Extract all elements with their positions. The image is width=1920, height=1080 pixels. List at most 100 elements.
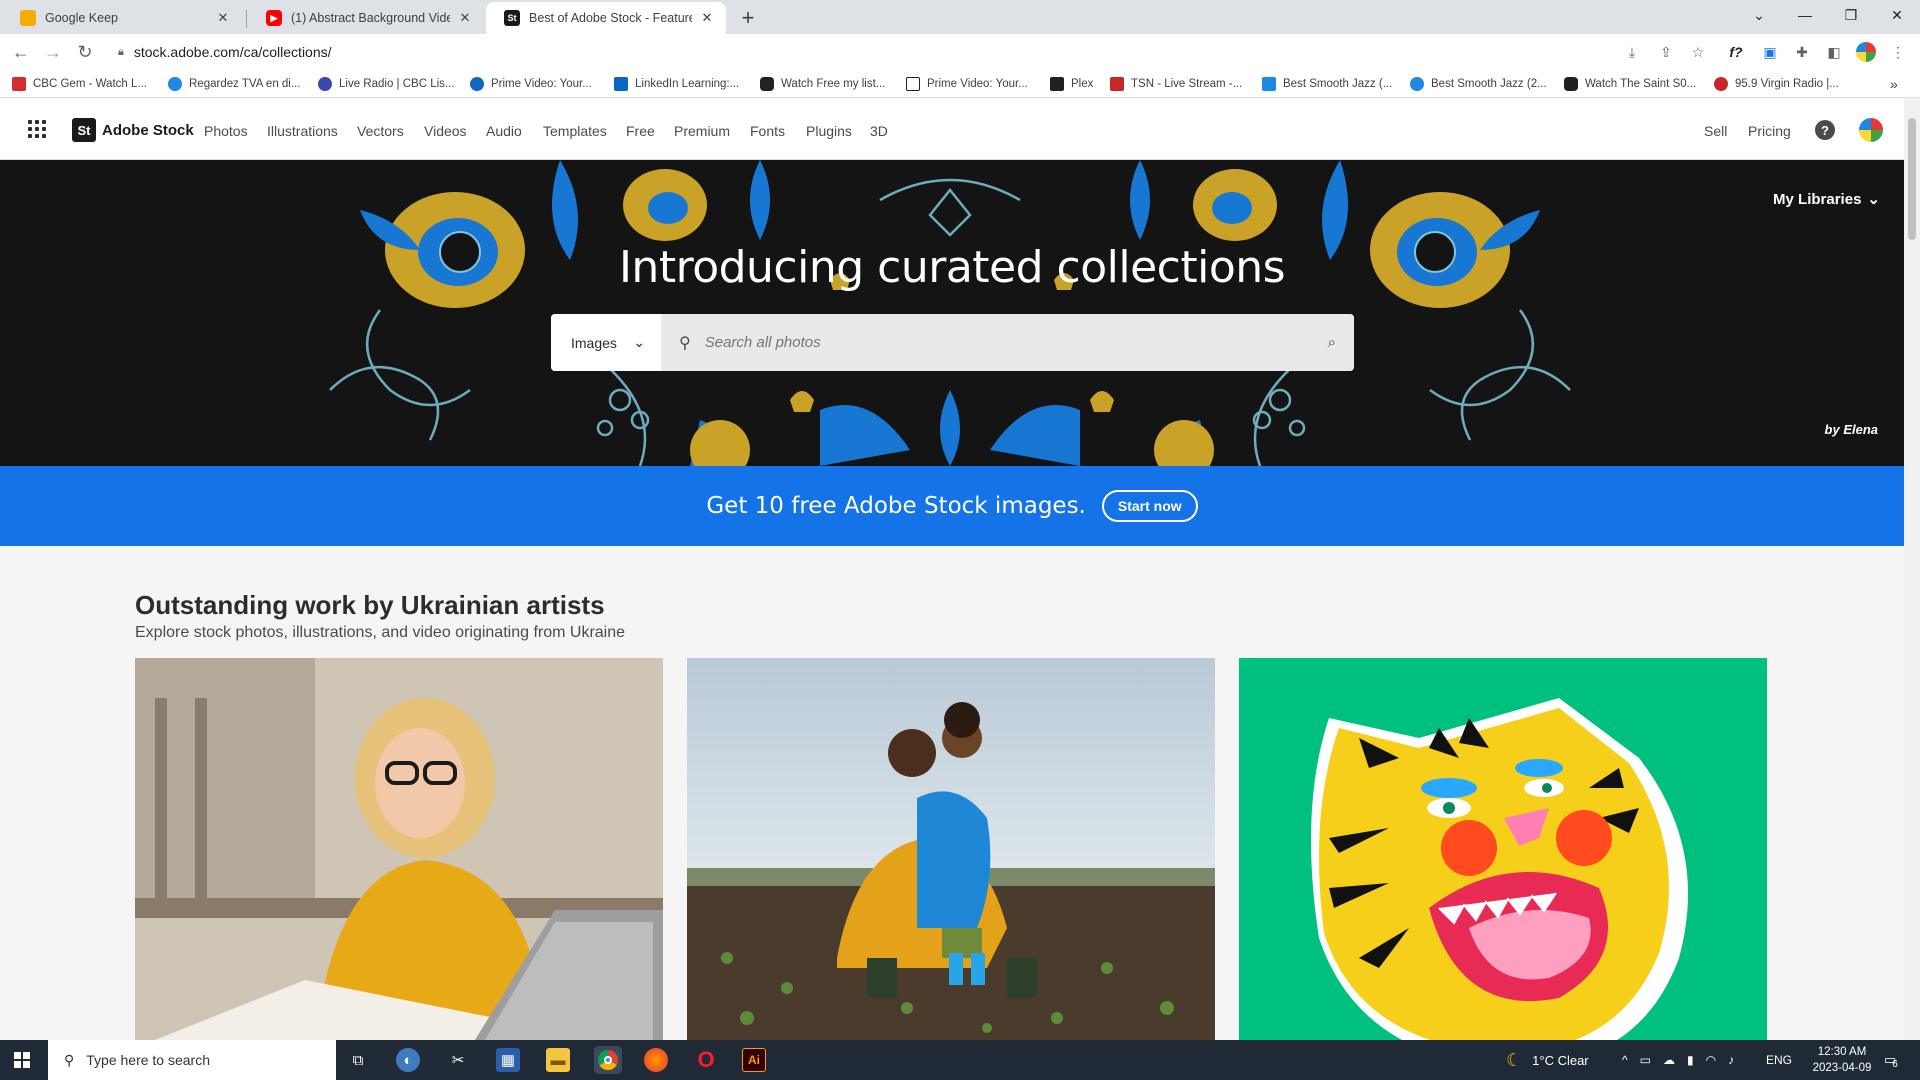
adobe-stock-logo-icon[interactable]: St xyxy=(72,118,96,142)
system-clock[interactable]: 12:30 AM 2023-04-09 xyxy=(1800,1044,1884,1076)
close-tab-icon[interactable]: ✕ xyxy=(698,9,716,27)
app-switcher-icon[interactable] xyxy=(28,120,46,138)
tab-search-chevron-icon[interactable]: ⌄ xyxy=(1736,0,1782,30)
close-window-button[interactable]: ✕ xyxy=(1874,0,1920,30)
firefox-icon[interactable] xyxy=(644,1048,668,1072)
opera-icon[interactable]: O xyxy=(694,1047,718,1072)
nav-plugins[interactable]: Plugins xyxy=(806,123,852,139)
bookmark-the-saint[interactable]: Watch The Saint S0... xyxy=(1564,75,1696,93)
tab-adobe-stock[interactable]: St Best of Adobe Stock - Featured C ✕ xyxy=(486,2,726,34)
notification-center[interactable]: ▭ 6 xyxy=(1884,1040,1898,1080)
volume-icon[interactable]: ♪ xyxy=(1728,1053,1734,1067)
chrome-icon[interactable] xyxy=(594,1046,622,1074)
nav-free[interactable]: Free xyxy=(626,123,655,139)
plex-icon xyxy=(1050,77,1064,91)
blue-leaves xyxy=(360,160,1540,466)
weather-widget[interactable]: ☾ 1°C Clear xyxy=(1506,1040,1589,1080)
bookmark-label: LinkedIn Learning:... xyxy=(635,78,740,90)
user-avatar[interactable] xyxy=(1859,118,1883,142)
sell-link[interactable]: Sell xyxy=(1704,123,1727,139)
nav-photos[interactable]: Photos xyxy=(204,123,248,139)
file-explorer-icon[interactable]: ▬ xyxy=(546,1048,570,1072)
bookmark-smooth-jazz-1[interactable]: Best Smooth Jazz (... xyxy=(1262,75,1392,93)
windows-start-icon[interactable] xyxy=(14,1052,30,1068)
tubi-icon xyxy=(760,77,774,91)
wifi-icon[interactable]: ◠ xyxy=(1706,1053,1716,1067)
browser-menu-icon[interactable]: ⋮ xyxy=(1888,42,1908,62)
restore-button[interactable]: ❐ xyxy=(1828,0,1874,30)
lock-icon: 🔒︎ xyxy=(118,45,124,58)
nav-audio[interactable]: Audio xyxy=(486,123,522,139)
snipping-tool-icon[interactable]: ✂ xyxy=(446,1048,470,1072)
chevron-down-icon: ⌄ xyxy=(633,334,645,350)
paint-app-icon[interactable]: ◐ xyxy=(396,1048,420,1072)
nav-templates[interactable]: Templates xyxy=(543,123,607,139)
nav-3d[interactable]: 3D xyxy=(870,123,888,139)
page-scrollbar[interactable] xyxy=(1904,98,1920,1040)
back-arrow-icon[interactable]: ← xyxy=(8,39,34,65)
nav-videos[interactable]: Videos xyxy=(424,123,467,139)
calculator-icon[interactable]: ▦ xyxy=(496,1048,520,1072)
bookmark-cbc-radio[interactable]: Live Radio | CBC Lis... xyxy=(318,75,454,93)
brand-name[interactable]: Adobe Stock xyxy=(102,122,194,139)
google-keep-favicon-icon xyxy=(20,10,36,26)
bookmark-label: Regardez TVA en di... xyxy=(189,78,301,90)
scrollbar-thumb[interactable] xyxy=(1908,118,1916,240)
close-tab-icon[interactable]: ✕ xyxy=(214,9,232,27)
bookmark-tva[interactable]: Regardez TVA en di... xyxy=(168,75,300,93)
tab-google-keep[interactable]: Google Keep ✕ xyxy=(2,2,242,34)
illustrator-icon[interactable]: Ai xyxy=(742,1048,766,1072)
search-type-select[interactable]: Images ⌄ xyxy=(551,314,661,371)
taskbar-search[interactable]: ⚲ Type here to search xyxy=(48,1040,336,1080)
task-view-icon[interactable]: ⧉ xyxy=(346,1048,370,1072)
tiger-illustration xyxy=(1239,658,1767,1040)
bookmark-smooth-jazz-2[interactable]: Best Smooth Jazz (2... xyxy=(1410,75,1547,93)
bookmark-tsn[interactable]: TSN - Live Stream -... xyxy=(1110,75,1242,93)
collection-card-woman-laptop[interactable] xyxy=(135,658,663,1040)
help-icon[interactable]: ? xyxy=(1815,120,1835,140)
bookmark-watch-free[interactable]: Watch Free my list... xyxy=(760,75,885,93)
install-app-icon[interactable]: ⤓ xyxy=(1622,42,1642,62)
nav-illustrations[interactable]: Illustrations xyxy=(267,123,338,139)
bookmark-plex[interactable]: Plex xyxy=(1050,75,1093,93)
screen-capture-extension-icon[interactable]: ▣ xyxy=(1760,42,1780,62)
bookmark-virgin-radio[interactable]: 95.9 Virgin Radio |... xyxy=(1714,75,1839,93)
side-panel-icon[interactable]: ◧ xyxy=(1824,42,1844,62)
nav-fonts[interactable]: Fonts xyxy=(750,123,785,139)
tab-title: (1) Abstract Background Video | • xyxy=(291,11,450,25)
bookmark-cbc-gem[interactable]: CBC Gem - Watch L... xyxy=(12,75,147,93)
tray-overflow-chevron-icon[interactable]: ^ xyxy=(1622,1053,1628,1067)
artist-byline[interactable]: by Elena xyxy=(1825,422,1878,437)
nav-premium[interactable]: Premium xyxy=(674,123,730,139)
cloud-icon[interactable]: ☁ xyxy=(1663,1053,1675,1067)
language-indicator[interactable]: ENG xyxy=(1766,1040,1792,1080)
bookmark-linkedin-learning[interactable]: LinkedIn Learning:... xyxy=(614,75,739,93)
font-extension-icon[interactable]: f? xyxy=(1726,42,1746,62)
start-now-button[interactable]: Start now xyxy=(1101,490,1198,522)
forward-arrow-icon[interactable]: → xyxy=(40,39,66,65)
share-icon[interactable]: ⇪ xyxy=(1656,42,1676,62)
more-bookmarks-icon[interactable]: » xyxy=(1890,75,1898,93)
extensions-puzzle-icon[interactable]: ✚ xyxy=(1792,42,1812,62)
reload-icon[interactable]: ↻ xyxy=(72,39,98,65)
collection-card-father-son-field[interactable] xyxy=(687,658,1215,1040)
search-input[interactable] xyxy=(704,334,1328,351)
tab-youtube[interactable]: ▶ (1) Abstract Background Video | • ✕ xyxy=(248,2,484,34)
close-tab-icon[interactable]: ✕ xyxy=(456,9,474,27)
meet-now-icon[interactable]: ▭ xyxy=(1640,1053,1651,1067)
nav-vectors[interactable]: Vectors xyxy=(357,123,404,139)
address-bar[interactable]: 🔒︎ stock.adobe.com/ca/collections/ xyxy=(110,38,1670,66)
visual-search-icon[interactable]: ⌕ xyxy=(1328,334,1336,351)
bookmark-prime-video-2[interactable]: Prime Video: Your... xyxy=(906,75,1028,93)
pricing-link[interactable]: Pricing xyxy=(1748,123,1791,139)
collection-card-tiger-illustration[interactable] xyxy=(1239,658,1767,1040)
section-subtitle: Explore stock photos, illustrations, and… xyxy=(135,624,626,641)
my-libraries-dropdown[interactable]: My Libraries ⌄ xyxy=(1773,190,1880,209)
battery-icon[interactable]: ▮ xyxy=(1687,1053,1694,1067)
new-tab-button[interactable]: + xyxy=(736,5,760,30)
minimize-button[interactable]: — xyxy=(1782,0,1828,30)
profile-avatar-icon[interactable] xyxy=(1856,42,1876,62)
bookmark-prime-video-1[interactable]: Prime Video: Your... xyxy=(470,75,592,93)
bookmark-star-icon[interactable]: ☆ xyxy=(1688,42,1708,62)
url-text[interactable]: stock.adobe.com/ca/collections/ xyxy=(134,44,332,60)
